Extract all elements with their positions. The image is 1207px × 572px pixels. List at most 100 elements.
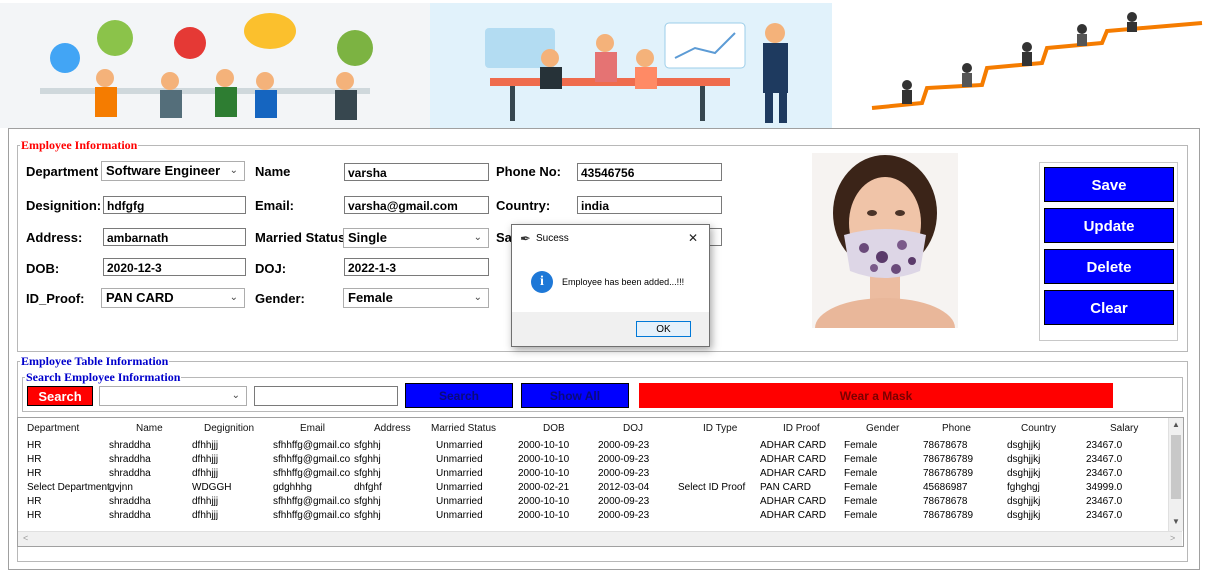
feather-icon: ✒ [520,231,531,246]
column-header-married-status[interactable]: Married Status [431,423,496,434]
column-header-doj[interactable]: DOJ [623,423,643,434]
vertical-scrollbar[interactable]: ▲ ▼ [1168,418,1183,531]
column-header-gender[interactable]: Gender [866,423,899,434]
scroll-up-icon[interactable]: ▲ [1169,420,1183,429]
phone-input[interactable]: 43546756 [577,163,722,181]
cell-department: Select Department [27,482,110,493]
cell-country: dsghjjkj [1007,468,1041,479]
horizontal-scrollbar[interactable]: < > [18,531,1182,546]
name-input[interactable]: varsha [344,163,489,181]
cell-id-type: Select ID Proof [678,482,746,493]
cell-phone: 786786789 [923,468,974,479]
ok-button[interactable]: OK [636,321,691,337]
table-row[interactable]: HR shraddha dfhhjjj sfhhffg@gmail.co sfghhj U… [18,496,1168,510]
doj-input[interactable]: 2022-1-3 [344,258,489,276]
column-header-department[interactable]: Department [27,423,79,434]
column-header-dob[interactable]: DOB [543,423,565,434]
column-header-salary[interactable]: Salary [1110,423,1138,434]
search-button[interactable]: Search [405,383,513,408]
cell-designation: dfhhjjj [192,510,219,521]
cell-address: sfghhj [354,510,381,521]
country-input[interactable]: india [577,196,722,214]
email-input[interactable]: varsha@gmail.com [344,196,489,214]
employee-information-legend: Employee Information [21,138,138,152]
table-row[interactable]: HR shraddha dfhhjjj sfhhffg@gmail.co sfghhj U… [18,440,1168,454]
show-all-button[interactable]: Show All [521,383,629,408]
column-header-address[interactable]: Address [374,423,411,434]
cell-country: dsghjjkj [1007,496,1041,507]
table-row[interactable]: Select Department gvjnn WDGGH gdghhhg dhfghf… [18,482,1168,496]
table-row[interactable]: HR shraddha dfhhjjj sfhhffg@gmail.co sfghhj U… [18,510,1168,524]
cell-email: sfhhffg@gmail.co [273,510,351,521]
employee-photo [812,153,958,328]
cell-married-status: Unmarried [436,440,483,451]
cell-country: dsghjjkj [1007,510,1041,521]
gender-label: Gender: [255,291,305,306]
search-by-combobox[interactable]: ⌄ [99,386,247,406]
address-input[interactable]: ambarnath [103,228,246,246]
salary-label-partial: Sa [496,230,512,245]
cell-dob: 2000-02-21 [518,482,570,493]
married-status-label: Married Status [255,230,346,245]
cell-salary: 23467.0 [1086,468,1123,479]
cell-id-proof: PAN CARD [760,482,811,493]
cell-gender: Female [844,482,878,493]
cell-married-status: Unmarried [436,468,483,479]
cell-designation: dfhhjjj [192,468,219,479]
scroll-down-icon[interactable]: ▼ [1169,517,1183,526]
cell-id-proof: ADHAR CARD [760,468,827,479]
column-header-id-proof[interactable]: ID Proof [783,423,820,434]
cell-department: HR [27,496,42,507]
column-header-phone[interactable]: Phone [942,423,971,434]
cell-married-status: Unmarried [436,510,483,521]
scroll-right-icon[interactable]: > [1170,533,1175,543]
cell-address: dhfghf [354,482,382,493]
search-input[interactable] [254,386,398,406]
scroll-left-icon[interactable]: < [23,533,28,543]
cell-married-status: Unmarried [436,454,483,465]
column-header-email[interactable]: Email [300,423,325,434]
employee-table[interactable]: Department Name Degignition Email Addres… [17,417,1184,547]
save-button[interactable]: Save [1044,167,1174,202]
chevron-down-icon: ⌄ [473,232,482,243]
chevron-down-icon: ⌄ [229,165,238,176]
close-icon[interactable]: ✕ [688,231,698,245]
column-header-name[interactable]: Name [136,423,163,434]
cell-gender: Female [844,454,878,465]
success-dialog: ✒ Sucess ✕ i Employee has been added...!… [511,224,710,347]
cell-doj: 2000-09-23 [598,440,650,451]
country-label: Country: [496,198,551,213]
cell-country: dsghjjkj [1007,454,1041,465]
delete-button[interactable]: Delete [1044,249,1174,284]
designation-input[interactable]: hdfgfg [103,196,246,214]
cell-gender: Female [844,440,878,451]
id-proof-combobox[interactable]: PAN CARD ⌄ [101,288,245,308]
cell-gender: Female [844,496,878,507]
cell-married-status: Unmarried [436,482,483,493]
cell-designation: dfhhjjj [192,454,219,465]
department-combobox[interactable]: Software Engineer ⌄ [101,161,245,181]
id-proof-label: ID_Proof: [26,291,85,306]
table-row[interactable]: HR shraddha dfhhjjj sfhhffg@gmail.co sfghhj U… [18,468,1168,482]
cell-salary: 23467.0 [1086,510,1123,521]
married-status-combobox[interactable]: Single ⌄ [343,228,489,248]
clear-button[interactable]: Clear [1044,290,1174,325]
cell-name: shraddha [109,496,151,507]
column-header-id-type[interactable]: ID Type [703,423,737,434]
column-header-country[interactable]: Country [1021,423,1056,434]
department-label: Department [26,164,99,179]
update-button[interactable]: Update [1044,208,1174,243]
column-header-designation[interactable]: Degignition [204,423,254,434]
cell-doj: 2000-09-23 [598,454,650,465]
gender-combobox[interactable]: Female ⌄ [343,288,489,308]
cell-dob: 2000-10-10 [518,440,570,451]
dob-input[interactable]: 2020-12-3 [103,258,246,276]
table-row[interactable]: HR shraddha dfhhjjj sfhhffg@gmail.co sfghhj U… [18,454,1168,468]
chevron-down-icon: ⌄ [229,292,238,303]
scrollbar-thumb[interactable] [1171,435,1181,499]
cell-email: sfhhffg@gmail.co [273,496,351,507]
cell-gender: Female [844,510,878,521]
chevron-down-icon: ⌄ [231,390,240,401]
married-status-value: Single [348,230,388,245]
department-value: Software Engineer [106,163,221,178]
